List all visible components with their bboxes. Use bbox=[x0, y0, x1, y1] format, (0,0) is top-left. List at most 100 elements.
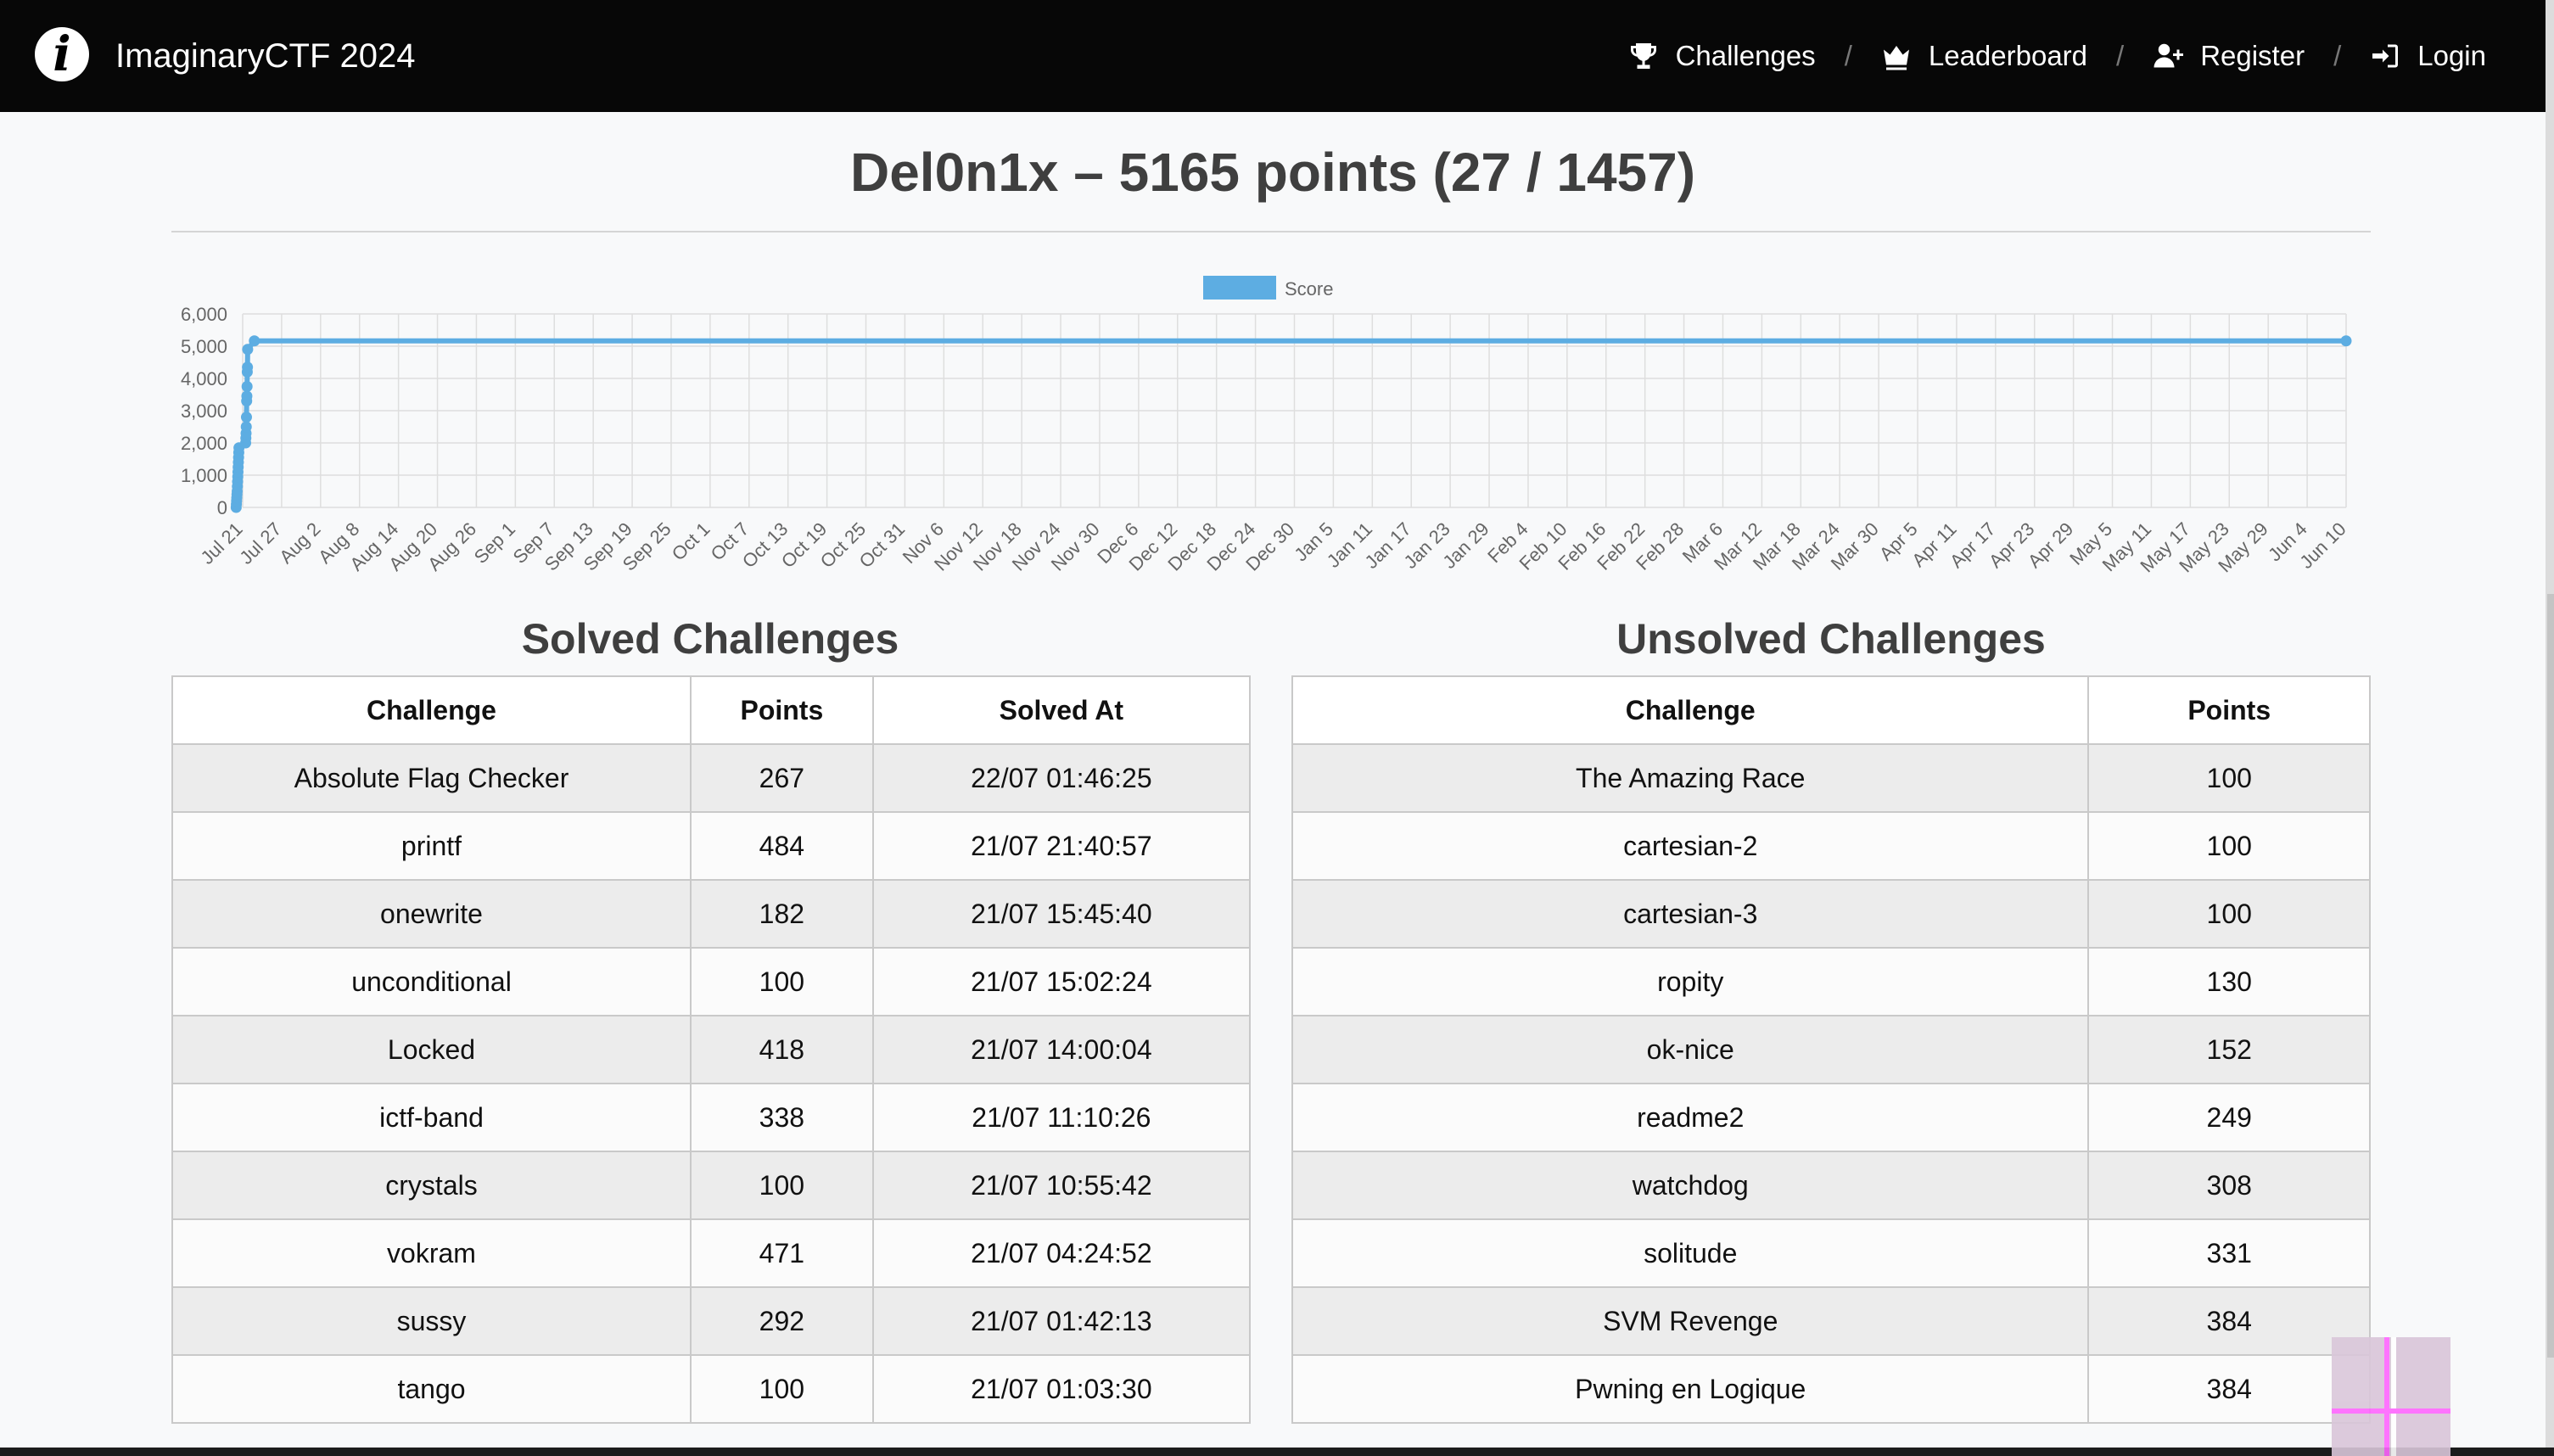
table-row: printf 484 21/07 21:40:57 bbox=[171, 811, 1252, 881]
challenge-name-link[interactable]: cartesian-3 bbox=[1291, 879, 2090, 949]
table-row: tango 100 21/07 01:03:30 bbox=[171, 1354, 1252, 1424]
score-point bbox=[240, 421, 252, 433]
table-row: ictf-band 338 21/07 11:10:26 bbox=[171, 1083, 1252, 1152]
table-row: Locked 418 21/07 14:00:04 bbox=[171, 1015, 1252, 1084]
unsolved-header-cell: Points bbox=[2087, 675, 2371, 745]
table-cell: 308 bbox=[2087, 1151, 2371, 1220]
solved-table: Challenge Points Solved At Absolute Flag C… bbox=[171, 675, 1252, 1424]
table-row: cartesian-3 100 bbox=[1291, 879, 2371, 949]
table-cell: 21/07 11:10:26 bbox=[871, 1083, 1252, 1152]
table-row: ok-nice 152 bbox=[1291, 1015, 2371, 1084]
table-cell: 21/07 01:42:13 bbox=[871, 1286, 1252, 1356]
crown-icon bbox=[1883, 46, 1909, 70]
nav-separator: / bbox=[1844, 40, 1852, 71]
table-cell: 100 bbox=[690, 947, 874, 1016]
nav-challenges[interactable]: Challenges bbox=[1628, 40, 1816, 72]
challenge-name-link[interactable]: Absolute Flag Checker bbox=[171, 743, 692, 813]
nav-login[interactable]: Login bbox=[2370, 40, 2486, 72]
table-row: readme2 249 bbox=[1291, 1083, 2371, 1152]
table-cell: 22/07 01:46:25 bbox=[871, 743, 1252, 813]
challenge-name-link[interactable]: crystals bbox=[171, 1151, 692, 1220]
nav-leaderboard[interactable]: Leaderboard bbox=[1881, 40, 2087, 72]
challenge-name-link[interactable]: solitude bbox=[1291, 1218, 2090, 1288]
solved-header-cell: Solved At bbox=[871, 675, 1252, 745]
challenge-name-link[interactable]: tango bbox=[171, 1354, 692, 1424]
score-point bbox=[2340, 335, 2352, 347]
table-cell: 182 bbox=[690, 879, 874, 949]
challenge-name-link[interactable]: Pwning en Logique bbox=[1291, 1354, 2090, 1424]
challenge-name-link[interactable]: The Amazing Race bbox=[1291, 743, 2090, 813]
y-tick-label: 6,000 bbox=[181, 304, 227, 325]
table-row: Pwning en Logique 384 bbox=[1291, 1354, 2371, 1424]
bottom-edge bbox=[0, 1448, 2554, 1456]
score-point bbox=[241, 390, 253, 402]
x-tick-label: Oct 31 bbox=[855, 518, 910, 573]
x-tick-label: Sep 1 bbox=[470, 518, 519, 568]
table-row: Absolute Flag Checker 267 22/07 01:46:25 bbox=[171, 743, 1252, 813]
overlay-line bbox=[2391, 1337, 2396, 1456]
y-tick-label: 0 bbox=[217, 497, 227, 518]
table-row: The Amazing Race 100 bbox=[1291, 743, 2371, 813]
challenge-name-link[interactable]: cartesian-2 bbox=[1291, 811, 2090, 881]
table-header-row: Challenge Points bbox=[1291, 675, 2371, 745]
score-point bbox=[242, 361, 254, 373]
solved-title: Solved Challenges bbox=[521, 615, 899, 663]
solved-header-cell: Points bbox=[690, 675, 874, 745]
ictf-logo[interactable]: i bbox=[35, 27, 89, 81]
challenge-name-link[interactable]: readme2 bbox=[1291, 1083, 2090, 1152]
table-row: watchdog 308 bbox=[1291, 1151, 2371, 1220]
challenge-name-link[interactable]: Locked bbox=[171, 1015, 692, 1084]
x-tick-label: Apr 29 bbox=[2024, 518, 2078, 573]
challenge-name-link[interactable]: ok-nice bbox=[1291, 1015, 2090, 1084]
score-point bbox=[240, 412, 252, 423]
challenge-name-link[interactable]: printf bbox=[171, 811, 692, 881]
solved-header-cell: Challenge bbox=[171, 675, 692, 745]
table-cell: 100 bbox=[2087, 879, 2371, 949]
challenge-name-link[interactable]: watchdog bbox=[1291, 1151, 2090, 1220]
challenge-name-link[interactable]: vokram bbox=[171, 1218, 692, 1288]
table-cell: 21/07 01:03:30 bbox=[871, 1354, 1252, 1424]
challenge-name-link[interactable]: ictf-band bbox=[171, 1083, 692, 1152]
legend-label: Score bbox=[1285, 278, 1333, 300]
table-row: onewrite 182 21/07 15:45:40 bbox=[171, 879, 1252, 949]
challenge-name-link[interactable]: onewrite bbox=[171, 879, 692, 949]
table-cell: 21/07 14:00:04 bbox=[871, 1015, 1252, 1084]
challenge-name-link[interactable]: SVM Revenge bbox=[1291, 1286, 2090, 1356]
y-tick-label: 3,000 bbox=[181, 400, 227, 422]
table-row: cartesian-2 100 bbox=[1291, 811, 2371, 881]
nav-separator: / bbox=[2116, 40, 2125, 71]
table-cell: 100 bbox=[2087, 743, 2371, 813]
challenge-name-link[interactable]: unconditional bbox=[171, 947, 692, 1016]
table-row: solitude 331 bbox=[1291, 1218, 2371, 1288]
trophy-icon bbox=[1630, 43, 1656, 69]
nav-links: Challenges / Leaderboard / Register / Lo… bbox=[1628, 31, 2486, 81]
challenge-name-link[interactable]: ropity bbox=[1291, 947, 2090, 1016]
table-cell: 338 bbox=[690, 1083, 874, 1152]
table-cell: 471 bbox=[690, 1218, 874, 1288]
table-cell: 152 bbox=[2087, 1015, 2371, 1084]
score-line bbox=[233, 338, 2346, 508]
table-row: ropity 130 bbox=[1291, 947, 2371, 1016]
user-plus-icon bbox=[2154, 43, 2184, 68]
table-cell: 130 bbox=[2087, 947, 2371, 1016]
cursor-overlay-glitch bbox=[2332, 1337, 2450, 1456]
scrollbar-thumb[interactable] bbox=[2547, 594, 2554, 1358]
page-scrollbar[interactable] bbox=[2546, 0, 2554, 1456]
table-cell: 21/07 15:45:40 bbox=[871, 879, 1252, 949]
nav-register[interactable]: Register bbox=[2153, 40, 2305, 72]
page-title: Del0n1x – 5165 points (27 / 1457) bbox=[849, 142, 1696, 203]
table-row: unconditional 100 21/07 15:02:24 bbox=[171, 947, 1252, 1016]
table-cell: 292 bbox=[690, 1286, 874, 1356]
table-cell: 21/07 04:24:52 bbox=[871, 1218, 1252, 1288]
table-row: SVM Revenge 384 bbox=[1291, 1286, 2371, 1356]
table-header-row: Challenge Points Solved At bbox=[171, 675, 1252, 745]
brand-name[interactable]: ImaginaryCTF 2024 bbox=[115, 32, 415, 80]
challenge-name-link[interactable]: sussy bbox=[171, 1286, 692, 1356]
y-tick-label: 2,000 bbox=[181, 433, 227, 454]
overlay-line bbox=[2384, 1337, 2389, 1456]
unsolved-table: Challenge Points The Amazing Race 100 carte… bbox=[1291, 675, 2371, 1424]
nav-login-label: Login bbox=[2417, 40, 2486, 71]
table-row: vokram 471 21/07 04:24:52 bbox=[171, 1218, 1252, 1288]
table-cell: 21/07 15:02:24 bbox=[871, 947, 1252, 1016]
legend-swatch bbox=[1203, 276, 1276, 300]
